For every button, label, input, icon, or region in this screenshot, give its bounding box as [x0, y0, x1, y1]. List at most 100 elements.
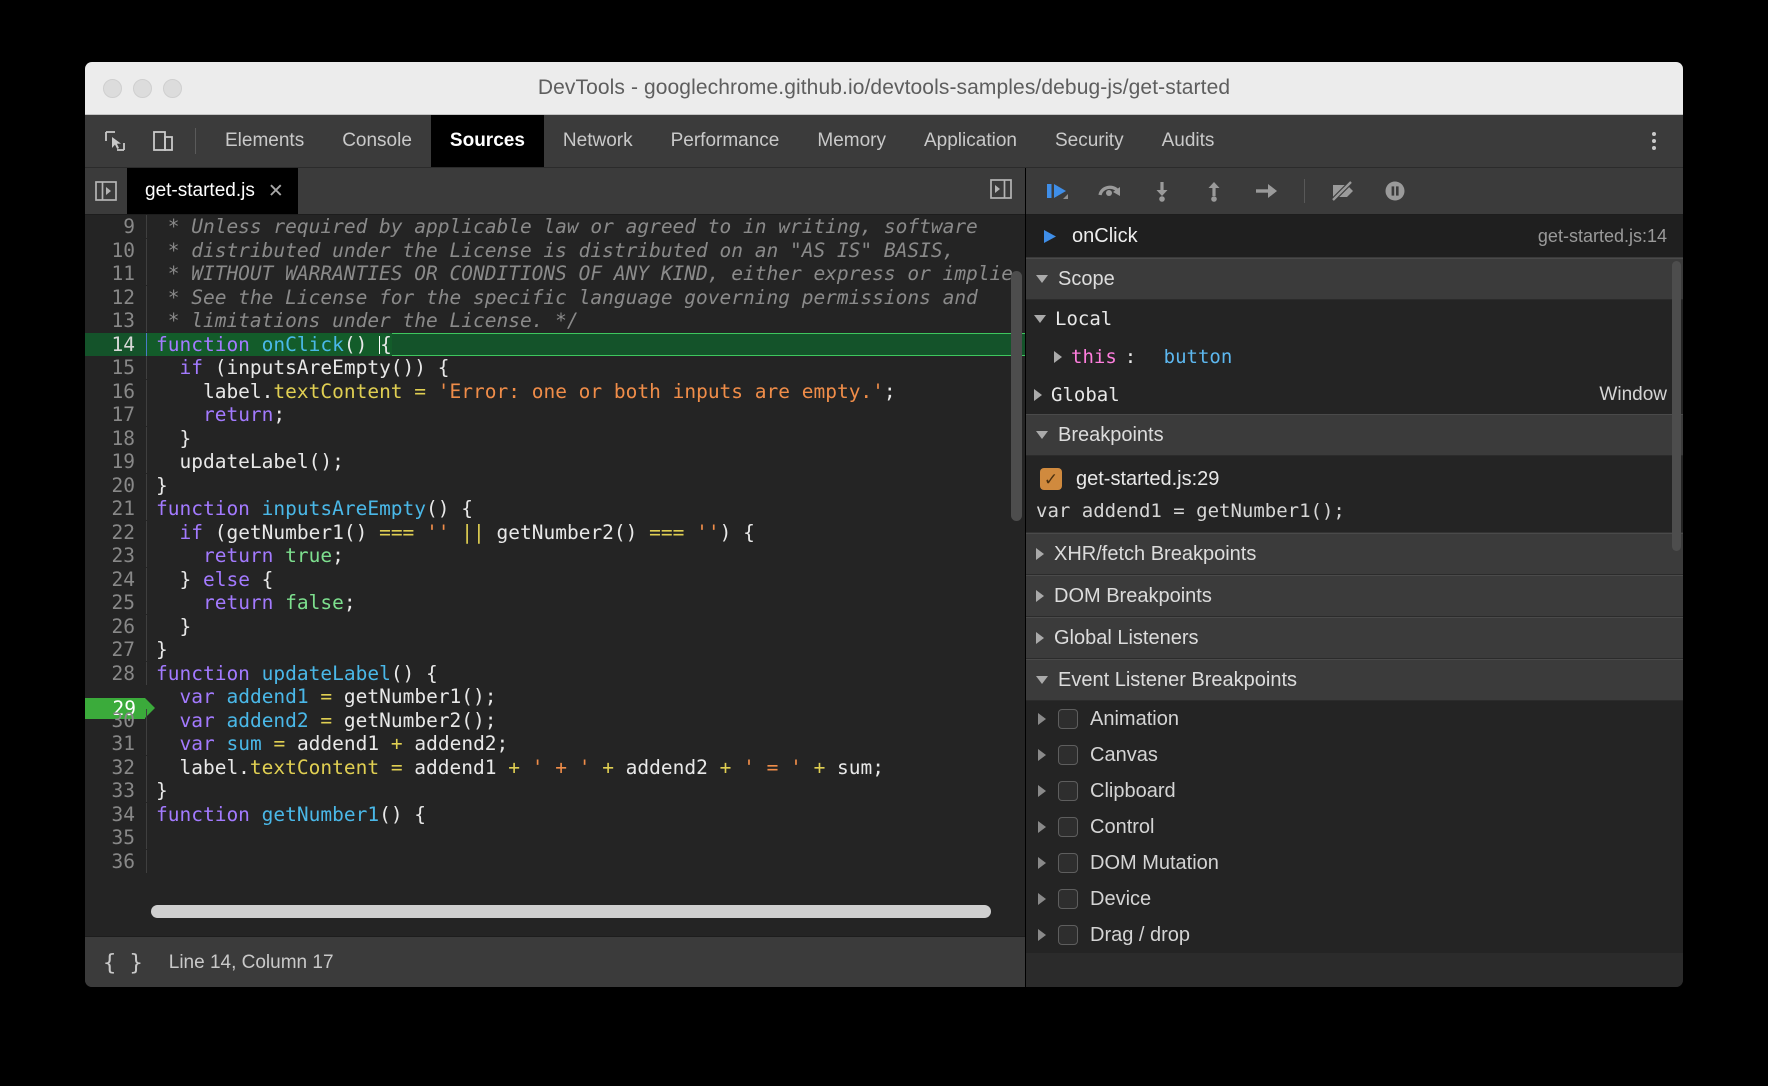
code-line: 19 updateLabel();: [85, 450, 1025, 474]
breakpoints-section-header[interactable]: Breakpoints: [1026, 414, 1683, 456]
maximize-window-button[interactable]: [163, 79, 182, 98]
more-options-icon[interactable]: [1643, 123, 1665, 159]
line-number[interactable]: 13: [85, 309, 147, 332]
code-line-text: function getNumber1() {: [147, 803, 426, 826]
line-number[interactable]: 25: [85, 591, 147, 614]
close-window-button[interactable]: [103, 79, 122, 98]
line-number[interactable]: 15: [85, 356, 147, 379]
event-listener-checkbox[interactable]: [1058, 925, 1078, 945]
line-number[interactable]: 34: [85, 803, 147, 826]
event-listener-breakpoints-header[interactable]: Event Listener Breakpoints: [1026, 659, 1683, 701]
chevron-right-icon[interactable]: [1038, 749, 1046, 761]
event-listener-checkbox[interactable]: [1058, 853, 1078, 873]
line-number[interactable]: 17: [85, 403, 147, 426]
line-number[interactable]: 27: [85, 638, 147, 661]
code-line: 26 }: [85, 615, 1025, 639]
line-number[interactable]: 28: [85, 662, 147, 685]
minimize-window-button[interactable]: [133, 79, 152, 98]
event-listener-checkbox[interactable]: [1058, 781, 1078, 801]
line-number[interactable]: 22: [85, 521, 147, 544]
editor-vertical-scrollbar[interactable]: [1011, 271, 1022, 521]
line-number[interactable]: 14: [85, 333, 147, 356]
line-number[interactable]: 36: [85, 850, 147, 873]
code-token: =: [273, 732, 285, 755]
line-number[interactable]: 16: [85, 380, 147, 403]
chevron-right-icon[interactable]: [1038, 857, 1046, 869]
line-number[interactable]: 21: [85, 497, 147, 520]
call-stack-frame-onclick[interactable]: onClick get-started.js:14: [1026, 215, 1683, 258]
line-number[interactable]: 19: [85, 450, 147, 473]
chevron-right-icon[interactable]: [1038, 821, 1046, 833]
debugger-vertical-scrollbar[interactable]: [1672, 261, 1681, 551]
event-listener-breakpoint-row[interactable]: Device: [1026, 881, 1683, 917]
step-out-of-current-function-icon[interactable]: [1196, 173, 1232, 209]
breakpoint-item[interactable]: ✓ get-started.js:29 var addend1 = getNum…: [1026, 456, 1683, 533]
line-number[interactable]: 20: [85, 474, 147, 497]
step-over-next-function-call-icon[interactable]: [1092, 173, 1128, 209]
event-listener-checkbox[interactable]: [1058, 745, 1078, 765]
tab-memory[interactable]: Memory: [798, 115, 905, 167]
scope-group-global[interactable]: Global Window: [1026, 376, 1683, 414]
line-number[interactable]: 33: [85, 779, 147, 802]
line-number[interactable]: 32: [85, 756, 147, 779]
scope-section-header[interactable]: Scope: [1026, 258, 1683, 300]
global-listeners-header[interactable]: Global Listeners: [1026, 617, 1683, 659]
editor-horizontal-scrollbar[interactable]: [151, 905, 991, 918]
event-listener-breakpoint-row[interactable]: DOM Mutation: [1026, 845, 1683, 881]
step-into-next-function-call-icon[interactable]: [1144, 173, 1180, 209]
code-token: ;: [273, 403, 285, 426]
line-number[interactable]: 30: [85, 709, 147, 732]
inspect-element-icon[interactable]: [97, 123, 133, 159]
event-listener-checkbox[interactable]: [1058, 817, 1078, 837]
line-number[interactable]: 35: [85, 826, 147, 849]
scope-group-local[interactable]: Local: [1026, 300, 1683, 338]
device-toolbar-icon[interactable]: [145, 123, 181, 159]
line-number[interactable]: 12: [85, 286, 147, 309]
line-number[interactable]: 10: [85, 239, 147, 262]
line-number[interactable]: 9: [85, 215, 147, 238]
window-controls[interactable]: [103, 79, 182, 98]
chevron-right-icon[interactable]: [1038, 713, 1046, 725]
scope-entry-this[interactable]: this: button: [1026, 338, 1683, 376]
breakpoint-checkbox[interactable]: ✓: [1040, 468, 1062, 490]
code-line: 18 }: [85, 427, 1025, 451]
event-listener-checkbox[interactable]: [1058, 889, 1078, 909]
file-tab-get-started-js[interactable]: get-started.js ✕: [127, 168, 298, 214]
line-number[interactable]: 18: [85, 427, 147, 450]
show-debugger-icon[interactable]: [989, 178, 1013, 205]
event-listener-breakpoint-row[interactable]: Clipboard: [1026, 773, 1683, 809]
dom-breakpoints-header[interactable]: DOM Breakpoints: [1026, 575, 1683, 617]
chevron-right-icon[interactable]: [1038, 785, 1046, 797]
event-listener-breakpoint-row[interactable]: Canvas: [1026, 737, 1683, 773]
event-listener-breakpoint-row[interactable]: Animation: [1026, 701, 1683, 737]
close-icon[interactable]: ✕: [268, 182, 284, 201]
deactivate-breakpoints-icon[interactable]: [1325, 173, 1361, 209]
step-icon[interactable]: [1248, 173, 1284, 209]
tab-console[interactable]: Console: [323, 115, 431, 167]
pause-on-exceptions-icon[interactable]: [1377, 173, 1413, 209]
event-listener-breakpoint-row[interactable]: Drag / drop: [1026, 917, 1683, 953]
tab-elements[interactable]: Elements: [206, 115, 323, 167]
chevron-right-icon[interactable]: [1038, 893, 1046, 905]
code-editor[interactable]: 9 * Unless required by applicable law or…: [85, 215, 1025, 936]
line-number[interactable]: 11: [85, 262, 147, 285]
xhr-fetch-breakpoints-header[interactable]: XHR/fetch Breakpoints: [1026, 533, 1683, 575]
devtools-main-toolbar: Elements Console Sources Network Perform…: [85, 115, 1683, 168]
tab-sources[interactable]: Sources: [431, 115, 544, 167]
pretty-print-icon[interactable]: { }: [103, 951, 143, 976]
line-number[interactable]: 31: [85, 732, 147, 755]
chevron-right-icon[interactable]: [1038, 929, 1046, 941]
event-listener-checkbox[interactable]: [1058, 709, 1078, 729]
event-listener-breakpoint-row[interactable]: Control: [1026, 809, 1683, 845]
tab-security[interactable]: Security: [1036, 115, 1143, 167]
tab-network[interactable]: Network: [544, 115, 652, 167]
chevron-down-icon: [1036, 431, 1048, 439]
show-navigator-icon[interactable]: [85, 168, 127, 214]
line-number[interactable]: 23: [85, 544, 147, 567]
tab-application[interactable]: Application: [905, 115, 1036, 167]
tab-audits[interactable]: Audits: [1143, 115, 1234, 167]
resume-script-execution-icon[interactable]: [1040, 173, 1076, 209]
line-number[interactable]: 24: [85, 568, 147, 591]
line-number[interactable]: 26: [85, 615, 147, 638]
tab-performance[interactable]: Performance: [652, 115, 799, 167]
